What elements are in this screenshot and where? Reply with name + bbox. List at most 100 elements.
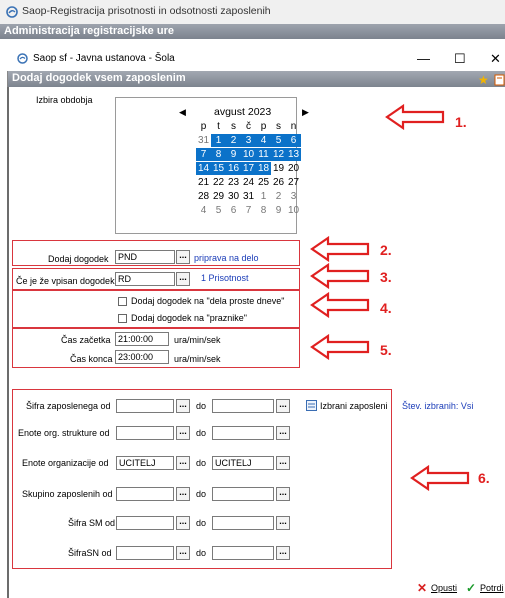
filter-from-lookup-button[interactable]: ... [176, 426, 190, 440]
calendar-day[interactable]: 2 [226, 134, 241, 147]
calendar-day[interactable]: 2 [271, 190, 286, 203]
document-icon[interactable] [494, 74, 505, 86]
filter-from-lookup-button[interactable]: ... [176, 546, 190, 560]
if-event-input[interactable]: RD [115, 272, 175, 286]
weekday-header: n [290, 121, 297, 132]
add-event-label: Dodaj dogodek [48, 254, 109, 264]
start-time-input[interactable]: 21:00:00 [115, 332, 169, 346]
calendar-day[interactable]: 16 [226, 162, 241, 175]
calendar-day[interactable]: 31 [196, 134, 211, 147]
calendar-day[interactable]: 19 [271, 162, 286, 175]
weekday-header: p [260, 121, 267, 132]
end-time-label: Čas konca [70, 354, 113, 364]
calendar-day[interactable]: 4 [256, 134, 271, 147]
calendar-day[interactable]: 22 [211, 176, 226, 189]
filter-to-input[interactable] [212, 516, 274, 530]
filter-from-lookup-button[interactable]: ... [176, 487, 190, 501]
filter-from-input[interactable] [116, 487, 174, 501]
minimize-button[interactable]: — [417, 51, 430, 66]
calendar-day[interactable]: 4 [196, 204, 211, 217]
free-days-checkbox[interactable] [118, 297, 127, 306]
calendar-day[interactable]: 25 [256, 176, 271, 189]
calendar-day[interactable]: 12 [271, 148, 286, 161]
weekday-header: s [231, 121, 236, 132]
calendar-day[interactable]: 9 [226, 148, 241, 161]
calendar-day[interactable]: 5 [211, 204, 226, 217]
calendar-day[interactable]: 8 [256, 204, 271, 217]
filter-to-lookup-button[interactable]: ... [276, 456, 290, 470]
calendar-day[interactable]: 18 [256, 162, 271, 175]
filter-from-lookup-button[interactable]: ... [176, 516, 190, 530]
filter-to-lookup-button[interactable]: ... [276, 546, 290, 560]
filter-from-input[interactable] [116, 426, 174, 440]
calendar-day[interactable]: 5 [271, 134, 286, 147]
filter-to-input[interactable] [212, 546, 274, 560]
annotation-arrow-2 [310, 235, 370, 264]
filter-from-lookup-button[interactable]: ... [176, 456, 190, 470]
add-event-lookup-button[interactable]: ... [176, 250, 190, 264]
filter-from-input[interactable] [116, 516, 174, 530]
add-event-input[interactable]: PND [115, 250, 175, 264]
favorite-star-icon[interactable]: ★ [478, 73, 489, 87]
if-event-lookup-button[interactable]: ... [176, 272, 190, 286]
calendar-day[interactable]: 30 [226, 190, 241, 203]
filter-from-input[interactable] [116, 546, 174, 560]
calendar-day[interactable]: 6 [226, 204, 241, 217]
left-arrow-icon [310, 262, 370, 290]
calendar-day[interactable]: 7 [196, 148, 211, 161]
filter-to-input[interactable] [212, 426, 274, 440]
filter-to-lookup-button[interactable]: ... [276, 487, 290, 501]
calendar-day[interactable]: 29 [211, 190, 226, 203]
filter-to-lookup-button[interactable]: ... [276, 516, 290, 530]
calendar-day[interactable]: 21 [196, 176, 211, 189]
filter-to-lookup-button[interactable]: ... [276, 426, 290, 440]
calendar-day[interactable]: 1 [256, 190, 271, 203]
filter-from-input[interactable]: UCITELJ [116, 456, 174, 470]
filter-to-label: do [196, 428, 207, 438]
prev-month-icon[interactable]: ◀ [179, 107, 186, 118]
cancel-button[interactable]: Opusti [431, 583, 457, 593]
calendar-day[interactable]: 17 [241, 162, 256, 175]
holidays-checkbox[interactable] [118, 314, 127, 323]
filter-from-lookup-button[interactable]: ... [176, 399, 190, 413]
end-time-unit: ura/min/sek [174, 354, 221, 364]
confirm-button[interactable]: Potrdi [480, 583, 504, 593]
calendar-day[interactable]: 8 [211, 148, 226, 161]
calendar-day[interactable]: 9 [271, 204, 286, 217]
calendar-day[interactable]: 3 [241, 134, 256, 147]
dialog-header: Dodaj dogodek vsem zaposlenim [8, 71, 505, 87]
calendar-day[interactable]: 6 [286, 134, 301, 147]
filter-to-input[interactable] [212, 399, 274, 413]
calendar-day[interactable]: 11 [256, 148, 271, 161]
calendar-day[interactable]: 31 [241, 190, 256, 203]
calendar-day[interactable]: 24 [241, 176, 256, 189]
calendar[interactable]: ◀ avgust 2023 ▶ p t s č p s n 31 1 2 3 4 5 6 7 8 9 10 11 12… [115, 97, 309, 234]
calendar-day[interactable]: 10 [286, 204, 301, 217]
filter-to-input[interactable] [212, 487, 274, 501]
selected-employees-icon[interactable] [306, 400, 317, 411]
calendar-day[interactable]: 7 [241, 204, 256, 217]
calendar-day[interactable]: 1 [211, 134, 226, 147]
calendar-day[interactable]: 10 [241, 148, 256, 161]
annotation-label-3: 3. [380, 269, 392, 285]
filter-to-label: do [196, 401, 207, 411]
calendar-day[interactable]: 23 [226, 176, 241, 189]
end-time-input[interactable]: 23:00:00 [115, 350, 169, 364]
maximize-button[interactable]: ☐ [454, 51, 466, 67]
filter-to-label: do [196, 489, 207, 499]
calendar-day[interactable]: 13 [286, 148, 301, 161]
next-month-icon[interactable]: ▶ [302, 107, 309, 118]
calendar-day[interactable]: 20 [286, 162, 301, 175]
selected-employees-button[interactable]: Izbrani zaposleni [320, 401, 388, 411]
calendar-day[interactable]: 27 [286, 176, 301, 189]
filter-to-input[interactable]: UCITELJ [212, 456, 274, 470]
close-button[interactable]: ✕ [490, 51, 501, 67]
calendar-day[interactable]: 26 [271, 176, 286, 189]
filter-from-input[interactable] [116, 399, 174, 413]
calendar-day[interactable]: 28 [196, 190, 211, 203]
calendar-day[interactable]: 3 [286, 190, 301, 203]
calendar-month: avgust 2023 [214, 106, 272, 118]
calendar-day[interactable]: 15 [211, 162, 226, 175]
filter-to-lookup-button[interactable]: ... [276, 399, 290, 413]
calendar-day[interactable]: 14 [196, 162, 211, 175]
